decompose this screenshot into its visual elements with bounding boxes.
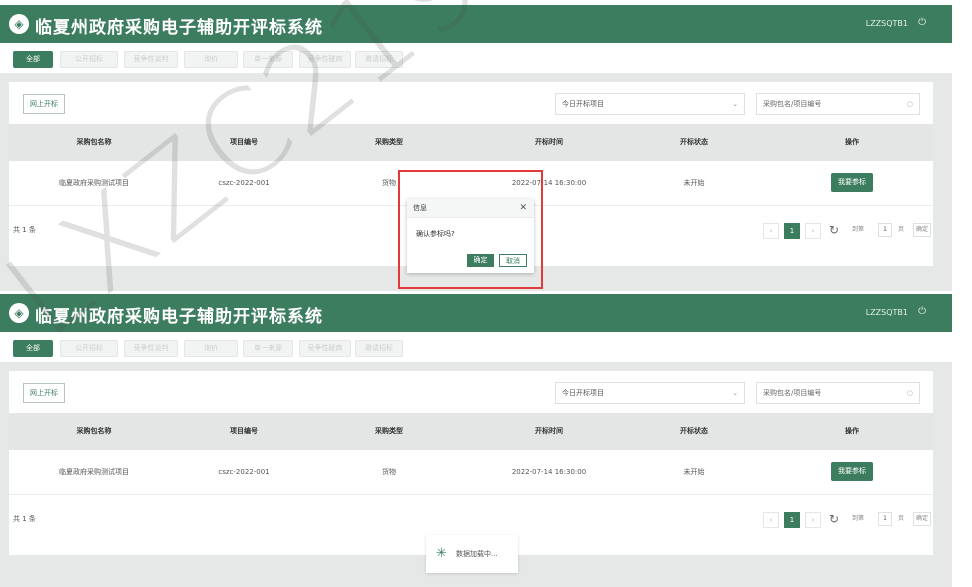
goto-page-input[interactable]: 1 [878, 223, 892, 237]
tab-competitive-consultation[interactable]: 竞争性磋商 [299, 51, 351, 68]
goto-label: 到第 [852, 226, 865, 233]
table-row: 临夏政府采购测试项目 cszc-2022-001 货物 2022-07-14 1… [9, 450, 933, 495]
tab-open-tender[interactable]: 公开招标 [60, 340, 118, 357]
page-number-current[interactable]: 1 [784, 512, 800, 528]
project-filter-select[interactable]: 今日开标项目 ⌄ [555, 382, 745, 404]
online-bid-opening-button[interactable]: 网上开标 [23, 94, 65, 114]
prev-page-button[interactable]: ‹ [763, 223, 779, 239]
seal-emblem-icon: ◈ [9, 14, 29, 34]
next-page-button[interactable]: › [805, 223, 821, 239]
app-header: ◈ 临夏州政府采购电子辅助开评标系统 LZZSQTB1 ⏻ [0, 5, 952, 43]
tab-inquiry[interactable]: 询价 [184, 51, 238, 68]
spinner-icon: ✳ [436, 546, 447, 561]
tab-invited-tender[interactable]: 邀请招标 [355, 340, 403, 357]
search-input[interactable]: 采购包名/项目编号 ○ [756, 93, 920, 115]
tab-inquiry[interactable]: 询价 [184, 340, 238, 357]
tab-bar: 全部 公开招标 竞争性谈判 询价 单一来源 竞争性磋商 邀请招标 [0, 43, 952, 73]
project-filter-value: 今日开标项目 [562, 389, 604, 397]
chevron-down-icon: ⌄ [732, 389, 738, 397]
app-title: 临夏州政府采购电子辅助开评标系统 [35, 307, 323, 327]
cell-package-name: 临夏政府采购测试项目 [59, 468, 129, 476]
cell-package-name: 临夏政府采购测试项目 [59, 179, 129, 187]
power-icon[interactable]: ⏻ [918, 306, 926, 317]
goto-confirm-button[interactable]: 确定 [913, 223, 931, 237]
column-header: 采购类型 [375, 138, 403, 146]
dialog-title: 信息 [413, 204, 427, 212]
tab-open-tender[interactable]: 公开招标 [60, 51, 118, 68]
column-header: 操作 [845, 427, 859, 435]
dialog-header: 信息 ✕ [407, 199, 534, 218]
goto-label: 到第 [852, 515, 865, 522]
page-unit-label: 页 [898, 226, 905, 233]
project-filter-value: 今日开标项目 [562, 100, 604, 108]
search-icon[interactable]: ○ [907, 94, 913, 114]
search-placeholder: 采购包名/项目编号 [763, 389, 822, 397]
page-unit-label: 页 [898, 515, 905, 522]
pagination-bar: 共 1 条 ‹ 1 › ↻ 到第 1 页 确定 [9, 509, 933, 529]
cell-status: 未开始 [683, 179, 705, 187]
app-title: 临夏州政府采购电子辅助开评标系统 [35, 18, 323, 38]
app-header: ◈ 临夏州政府采购电子辅助开评标系统 LZZSQTB1 ⏻ [0, 294, 952, 332]
join-bid-button[interactable]: 我要参标 [831, 173, 873, 192]
table-header: 采购包名称 项目编号 采购类型 开标时间 开标状态 操作 [9, 124, 933, 161]
next-page-button[interactable]: › [805, 512, 821, 528]
prev-page-button[interactable]: ‹ [763, 512, 779, 528]
close-icon[interactable]: ✕ [519, 199, 527, 217]
search-icon[interactable]: ○ [907, 383, 913, 403]
tab-bar: 全部 公开招标 竞争性谈判 询价 单一来源 竞争性磋商 邀请招标 [0, 332, 952, 362]
column-header: 开标时间 [535, 427, 563, 435]
goto-page-input[interactable]: 1 [878, 512, 892, 526]
total-count: 共 1 条 [13, 515, 36, 523]
column-header: 采购类型 [375, 427, 403, 435]
loading-toast: ✳ 数据加载中... [426, 535, 518, 573]
column-header: 开标时间 [535, 138, 563, 146]
column-header: 项目编号 [230, 427, 258, 435]
refresh-icon[interactable]: ↻ [829, 509, 839, 529]
tab-invited-tender[interactable]: 邀请招标 [355, 51, 403, 68]
loading-text: 数据加载中... [456, 550, 498, 558]
tab-single-source[interactable]: 单一来源 [243, 340, 293, 357]
join-bid-button[interactable]: 我要参标 [831, 462, 873, 481]
user-name[interactable]: LZZSQTB1 [866, 308, 908, 317]
dialog-message: 确认参标吗? [416, 230, 455, 238]
cell-project-no: cszc-2022-001 [218, 468, 270, 476]
cell-project-no: cszc-2022-001 [218, 179, 270, 187]
tab-all[interactable]: 全部 [13, 51, 53, 68]
seal-emblem-icon: ◈ [9, 303, 29, 323]
goto-confirm-button[interactable]: 确定 [913, 512, 931, 526]
project-filter-select[interactable]: 今日开标项目 ⌄ [555, 93, 745, 115]
column-header: 开标状态 [680, 138, 708, 146]
cell-open-time: 2022-07-14 16:30:00 [511, 468, 587, 476]
search-placeholder: 采购包名/项目编号 [763, 100, 822, 108]
tab-competitive-consultation[interactable]: 竞争性磋商 [299, 340, 351, 357]
search-input[interactable]: 采购包名/项目编号 ○ [756, 382, 920, 404]
column-header: 项目编号 [230, 138, 258, 146]
confirm-dialog: 信息 ✕ 确认参标吗? 确定 取消 [407, 199, 534, 273]
power-icon[interactable]: ⏻ [918, 17, 926, 28]
cell-status: 未开始 [683, 468, 705, 476]
column-header: 采购包名称 [76, 138, 112, 146]
column-header: 开标状态 [680, 427, 708, 435]
page-number-current[interactable]: 1 [784, 223, 800, 239]
content-panel: 网上开标 今日开标项目 ⌄ 采购包名/项目编号 ○ 采购包名称 项目编号 采购类… [9, 371, 933, 555]
table-header: 采购包名称 项目编号 采购类型 开标时间 开标状态 操作 [9, 413, 933, 450]
chevron-down-icon: ⌄ [732, 100, 738, 108]
online-bid-opening-button[interactable]: 网上开标 [23, 383, 65, 403]
tab-competitive-negotiation[interactable]: 竞争性谈判 [124, 340, 178, 357]
tab-single-source[interactable]: 单一来源 [243, 51, 293, 68]
dialog-ok-button[interactable]: 确定 [467, 254, 494, 267]
user-name[interactable]: LZZSQTB1 [866, 19, 908, 28]
total-count: 共 1 条 [13, 226, 36, 234]
column-header: 操作 [845, 138, 859, 146]
dialog-cancel-button[interactable]: 取消 [499, 254, 527, 267]
refresh-icon[interactable]: ↻ [829, 220, 839, 240]
tab-all[interactable]: 全部 [13, 340, 53, 357]
tab-competitive-negotiation[interactable]: 竞争性谈判 [124, 51, 178, 68]
cell-purchase-type: 货物 [382, 468, 396, 476]
column-header: 采购包名称 [76, 427, 112, 435]
